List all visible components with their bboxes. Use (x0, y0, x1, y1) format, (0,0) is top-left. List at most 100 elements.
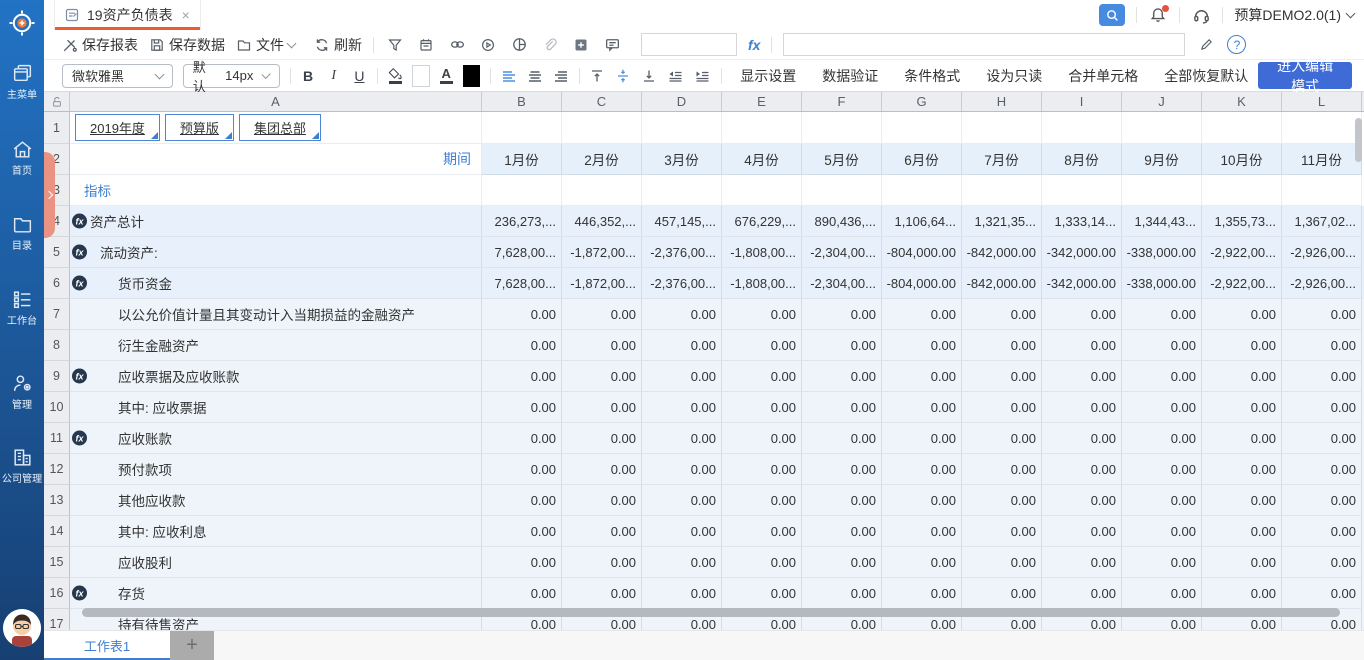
cell[interactable]: 0.00 (642, 392, 722, 423)
cell[interactable]: 0.00 (882, 392, 962, 423)
formula-input[interactable] (783, 33, 1185, 56)
cell[interactable]: 0.00 (1282, 578, 1362, 609)
cell[interactable]: 0.00 (1042, 299, 1122, 330)
cell[interactable]: 1,367,02... (1282, 206, 1362, 237)
row-number[interactable]: 11 (44, 423, 70, 454)
row-label-cell[interactable]: fx应收账款 (70, 423, 482, 454)
cell[interactable]: 0.00 (482, 423, 562, 454)
attachment-button[interactable] (540, 37, 560, 53)
dimension-selector[interactable]: 2019年度 (75, 114, 160, 141)
cell[interactable]: 0.00 (1282, 547, 1362, 578)
cell[interactable]: 0.00 (1282, 516, 1362, 547)
cell[interactable]: 0.00 (482, 361, 562, 392)
row-number[interactable]: 1 (44, 112, 70, 144)
cell[interactable]: 0.00 (962, 392, 1042, 423)
cell[interactable]: 0.00 (722, 454, 802, 485)
column-header-L[interactable]: L (1282, 92, 1362, 111)
cell[interactable]: 676,229,... (722, 206, 802, 237)
cell-name-box[interactable] (641, 33, 737, 56)
cell[interactable]: 0.00 (1042, 330, 1122, 361)
cell[interactable]: 0.00 (1122, 516, 1202, 547)
cell[interactable]: 0.00 (722, 330, 802, 361)
select-all-corner[interactable] (44, 92, 70, 111)
cell[interactable]: 0.00 (962, 330, 1042, 361)
cell[interactable]: 0.00 (1202, 392, 1282, 423)
data-validation-button[interactable]: 数据验证 (822, 66, 878, 86)
cell[interactable]: 0.00 (802, 485, 882, 516)
cell[interactable] (962, 175, 1042, 206)
cell[interactable] (802, 175, 882, 206)
cell[interactable]: 0.00 (722, 547, 802, 578)
cell[interactable]: 0.00 (1282, 485, 1362, 516)
row-label-cell[interactable]: 应收股利 (70, 547, 482, 578)
cell[interactable]: 0.00 (882, 330, 962, 361)
cell[interactable]: -2,304,00... (802, 237, 882, 268)
font-family-select[interactable]: 微软雅黑 (62, 64, 173, 88)
row-number[interactable]: 13 (44, 485, 70, 516)
cell[interactable]: 0.00 (722, 392, 802, 423)
cell[interactable]: -2,304,00... (802, 268, 882, 299)
sidebar-item-company-admin[interactable]: 公司管理 (0, 446, 44, 486)
save-data-button[interactable]: 保存数据 (149, 35, 225, 55)
row-number[interactable]: 14 (44, 516, 70, 547)
cell[interactable]: 0.00 (1042, 516, 1122, 547)
cell[interactable]: -342,000.00 (1042, 268, 1122, 299)
row-label-cell[interactable]: 衍生金融资产 (70, 330, 482, 361)
notifications-button[interactable] (1148, 6, 1168, 24)
sidebar-expand-handle[interactable] (44, 152, 55, 238)
month-header-cell[interactable]: 1月份 (482, 144, 562, 175)
row-label-cell[interactable]: 其他应收款 (70, 485, 482, 516)
font-size-select[interactable]: 默认 14px (183, 64, 280, 88)
support-button[interactable] (1191, 6, 1211, 25)
cell[interactable]: 0.00 (1202, 330, 1282, 361)
valign-bottom-button[interactable] (641, 68, 657, 84)
schedule-button[interactable] (416, 37, 436, 53)
enter-edit-mode-button[interactable]: 进入编辑模式 (1258, 62, 1352, 89)
sidebar-item-workbench[interactable]: 工作台 (0, 288, 44, 328)
row-number[interactable]: 15 (44, 547, 70, 578)
cell[interactable]: -804,000.00 (882, 268, 962, 299)
cell[interactable]: 0.00 (1282, 392, 1362, 423)
cell[interactable]: 0.00 (882, 485, 962, 516)
row-label-cell[interactable]: 以公允价值计量且其变动计入当期损益的金融资产 (70, 299, 482, 330)
column-header-A[interactable]: A (70, 92, 482, 111)
save-report-button[interactable]: 保存报表 (62, 35, 138, 55)
cell[interactable]: 0.00 (882, 516, 962, 547)
indicator-label-cell[interactable]: 指标 (70, 175, 482, 206)
cell[interactable] (1282, 175, 1362, 206)
cell[interactable]: 0.00 (482, 454, 562, 485)
report-tab[interactable]: 19资产负债表 × (54, 0, 201, 30)
fill-color-swatch[interactable] (412, 65, 430, 87)
cell[interactable] (642, 175, 722, 206)
month-header-cell[interactable]: 11月份 (1282, 144, 1362, 175)
sidebar-item-admin[interactable]: 管理 (0, 372, 44, 412)
horizontal-scrollbar[interactable] (82, 608, 1340, 617)
bold-button[interactable]: B (300, 68, 316, 84)
cell[interactable] (562, 175, 642, 206)
row-label-cell[interactable]: fx流动资产: (70, 237, 482, 268)
column-header-E[interactable]: E (722, 92, 802, 111)
month-header-cell[interactable]: 9月份 (1122, 144, 1202, 175)
cell[interactable] (642, 112, 722, 144)
increase-indent-button[interactable] (694, 68, 711, 84)
cell[interactable]: 0.00 (1122, 299, 1202, 330)
cell[interactable]: -2,926,00... (1282, 268, 1362, 299)
vertical-scrollbar[interactable] (1355, 118, 1362, 162)
cell[interactable]: 0.00 (802, 299, 882, 330)
month-header-cell[interactable]: 2月份 (562, 144, 642, 175)
cell[interactable]: 1,321,35... (962, 206, 1042, 237)
cell[interactable]: 0.00 (1202, 578, 1282, 609)
cell[interactable]: -804,000.00 (882, 237, 962, 268)
cell[interactable]: 0.00 (1202, 423, 1282, 454)
cell[interactable]: 0.00 (882, 299, 962, 330)
cell[interactable]: 0.00 (1122, 423, 1202, 454)
cell[interactable]: 0.00 (882, 361, 962, 392)
edit-formula-button[interactable] (1196, 37, 1216, 52)
sidebar-item-catalog[interactable]: 目录 (0, 213, 44, 253)
cell[interactable] (562, 112, 642, 144)
cell[interactable]: 7,628,00... (482, 268, 562, 299)
add-sheet-button[interactable]: + (170, 631, 214, 660)
dimension-selector[interactable]: 集团总部 (239, 114, 321, 141)
row-label-cell[interactable]: fx存货 (70, 578, 482, 609)
display-settings-button[interactable]: 显示设置 (740, 66, 796, 86)
